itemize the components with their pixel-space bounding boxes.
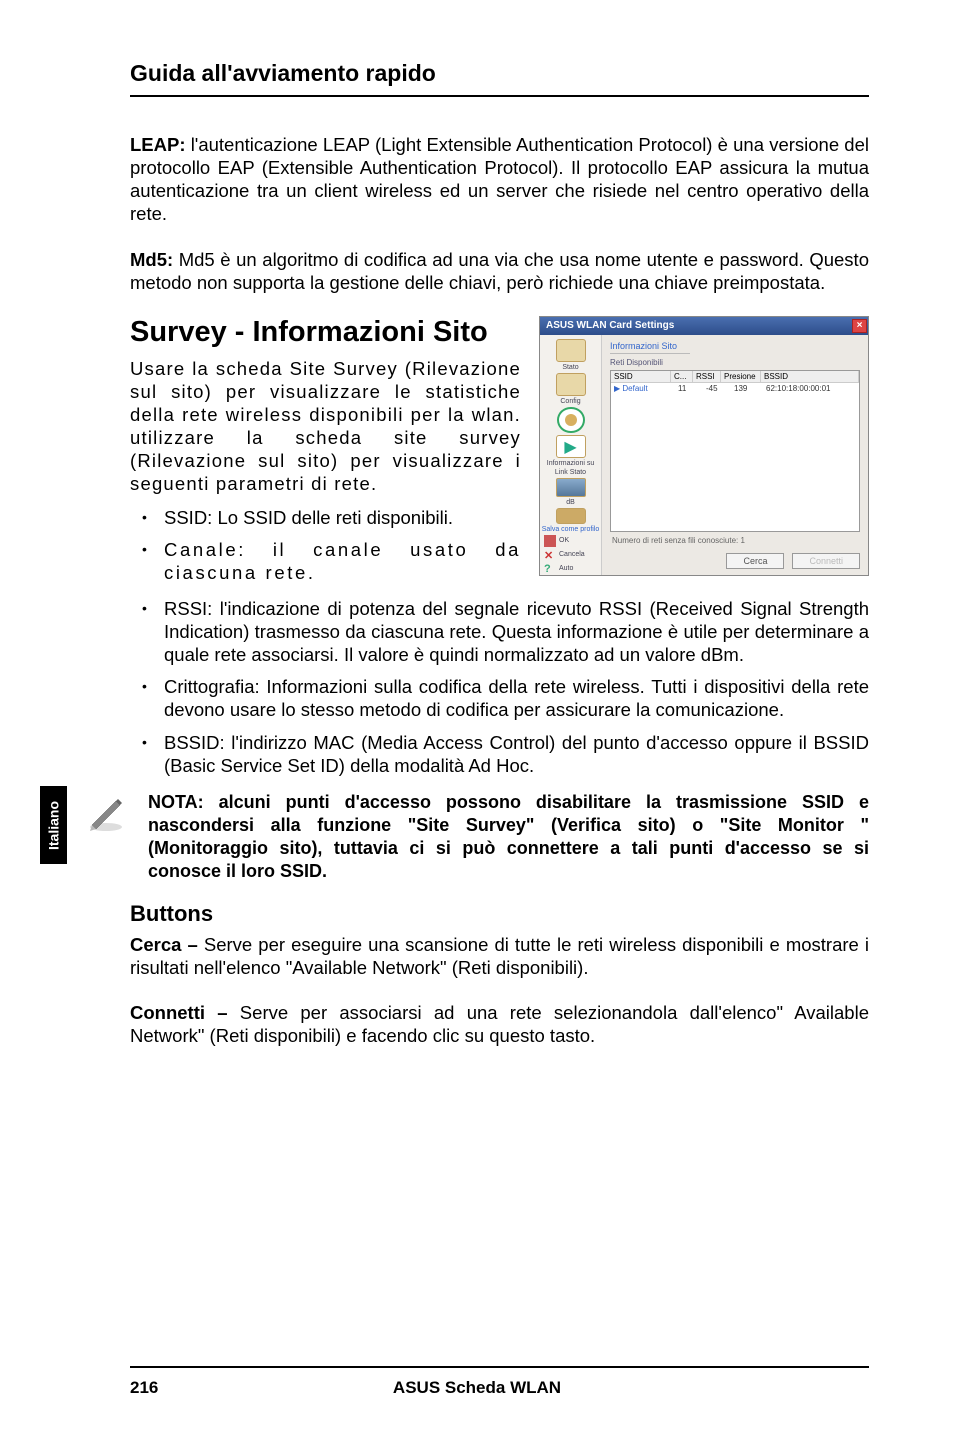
pencil-icon — [86, 791, 130, 838]
paragraph-md5: Md5: Md5 è un algoritmo di codifica ad u… — [130, 248, 869, 294]
sidebar-db-icon[interactable] — [556, 478, 586, 497]
critto-text: Informazioni sulla codifica della rete w… — [164, 676, 869, 720]
bullet-list-full: RSSI: l'indicazione di potenza del segna… — [130, 597, 869, 777]
leap-label: LEAP: — [130, 134, 186, 155]
note-text: NOTA: alcuni punti d'accesso possono dis… — [148, 791, 869, 883]
pin-icon — [544, 535, 556, 547]
leap-text: l'autenticazione LEAP (Light Extensible … — [130, 134, 869, 224]
network-table: SSID C... RSSI Presione BSSID ▶ Default … — [610, 370, 860, 532]
settings-screenshot: ASUS WLAN Card Settings × Stato Config ▶… — [539, 316, 869, 576]
th-bssid[interactable]: BSSID — [761, 371, 859, 382]
sidebar-config-icon[interactable] — [556, 373, 586, 396]
row-r1: -45 — [706, 384, 726, 393]
cancel-label: Cancela — [559, 551, 585, 558]
paragraph-connetti: Connetti – Serve per associarsi ad una r… — [130, 1001, 869, 1047]
th-c[interactable]: C... — [671, 371, 693, 382]
connetti-label: Connetti – — [130, 1002, 228, 1023]
row-ssid: ▶ Default — [614, 384, 670, 393]
note-block: NOTA: alcuni punti d'accesso possono dis… — [130, 791, 869, 883]
section-title: Survey - Informazioni Sito — [130, 316, 521, 349]
th-ssid[interactable]: SSID — [611, 371, 671, 382]
ssid-text: Lo SSID delle reti disponibili. — [212, 507, 453, 528]
window-title: ASUS WLAN Card Settings — [546, 320, 674, 331]
status-text: Numero di reti senza fili conosciute: 1 — [610, 532, 860, 549]
md5-label: Md5: — [130, 249, 173, 270]
sidebar-save-label: Salva come profilo — [542, 526, 600, 533]
table-row[interactable]: ▶ Default 11 -45 139 62:10:18:00:00:01 — [611, 383, 859, 394]
sidebar-db-label: dB — [566, 499, 575, 506]
close-icon[interactable]: × — [852, 319, 867, 333]
row-bssid: 62:10:18:00:00:01 — [766, 384, 856, 393]
button-row: Cerca Connetti — [610, 549, 860, 569]
ssid-label: SSID: — [164, 507, 212, 528]
row-r2: 139 — [734, 384, 758, 393]
window-body: Stato Config ▶ Informazioni su Link Stat… — [540, 335, 868, 575]
page-container: Guida all'avviamento rapido LEAP: l'aute… — [0, 0, 954, 1438]
question-icon: ? — [544, 563, 556, 575]
window-sidebar: Stato Config ▶ Informazioni su Link Stat… — [540, 335, 602, 575]
buttons-heading: Buttons — [130, 901, 869, 927]
ok-row[interactable]: OK — [544, 535, 569, 547]
footer-row: 216 ASUS Scheda WLAN — [130, 1378, 869, 1398]
rssi-text: l'indicazione di potenza del segnale ric… — [164, 598, 869, 665]
bullet-rssi: RSSI: l'indicazione di potenza del segna… — [130, 597, 869, 666]
sidebar-arrow-icon[interactable]: ▶ — [556, 435, 586, 458]
auto-row[interactable]: ?Auto — [544, 563, 573, 575]
sidebar-stato-label: Stato — [562, 364, 578, 371]
cerca-label: Cerca – — [130, 934, 198, 955]
page-header-title: Guida all'avviamento rapido — [130, 60, 869, 87]
th-pres[interactable]: Presione — [721, 371, 761, 382]
sidebar-stato-icon[interactable] — [556, 339, 586, 362]
paragraph-leap: LEAP: l'autenticazione LEAP (Light Exten… — [130, 133, 869, 226]
cerca-button[interactable]: Cerca — [726, 553, 784, 569]
sidebar-bottom-icons: OK ✕Cancela ?Auto — [540, 535, 601, 575]
tab-info-sito[interactable]: Informazioni Sito — [610, 341, 690, 354]
bssid-text: l'indirizzo MAC (Media Access Control) d… — [164, 732, 869, 776]
connetti-text: Serve per associarsi ad una rete selezio… — [130, 1002, 869, 1046]
cerca-text: Serve per eseguire una scansione di tutt… — [130, 934, 869, 978]
th-rssi[interactable]: RSSI — [693, 371, 721, 382]
table-header: SSID C... RSSI Presione BSSID — [611, 371, 859, 383]
row-c: 11 — [678, 384, 698, 393]
sidebar-info-label: Informazioni su — [547, 460, 594, 467]
subtab-reti: Reti Disponibili — [610, 358, 860, 367]
sidebar-config-label: Config — [560, 398, 580, 405]
sidebar-save-icon[interactable] — [556, 508, 586, 523]
footer-title: ASUS Scheda WLAN — [393, 1378, 561, 1398]
paragraph-cerca: Cerca – Serve per eseguire una scansione… — [130, 933, 869, 979]
x-icon: ✕ — [544, 549, 556, 561]
ok-label: OK — [559, 537, 569, 544]
page-footer: 216 ASUS Scheda WLAN — [0, 1366, 954, 1398]
bullet-crittografia: Crittografia: Informazioni sulla codific… — [130, 675, 869, 721]
bssid-label: BSSID: — [164, 732, 225, 753]
sidebar-link-label: Link Stato — [555, 469, 586, 476]
cancel-row[interactable]: ✕Cancela — [544, 549, 585, 561]
critto-label: Crittografia: — [164, 676, 260, 697]
connetti-button[interactable]: Connetti — [792, 553, 860, 569]
two-column-block: Survey - Informazioni Sito Usare la sche… — [130, 316, 869, 593]
footer-rule — [130, 1366, 869, 1368]
canale-label: Canale: — [164, 539, 246, 560]
bullet-bssid: BSSID: l'indirizzo MAC (Media Access Con… — [130, 731, 869, 777]
window-titlebar: ASUS WLAN Card Settings × — [540, 317, 868, 335]
sidebar-info-icon[interactable] — [557, 407, 585, 434]
page-number: 216 — [130, 1378, 158, 1398]
bullet-ssid: SSID: Lo SSID delle reti disponibili. — [130, 506, 521, 529]
header-rule — [130, 95, 869, 97]
auto-label: Auto — [559, 565, 573, 572]
left-column: Survey - Informazioni Sito Usare la sche… — [130, 316, 521, 593]
bullet-list-left: SSID: Lo SSID delle reti disponibili. Ca… — [130, 506, 521, 584]
survey-intro: Usare la scheda Site Survey (Rilevazione… — [130, 357, 521, 496]
bullet-canale: Canale: il canale usato da ciascuna rete… — [130, 538, 521, 584]
rssi-label: RSSI: — [164, 598, 212, 619]
md5-text: Md5 è un algoritmo di codifica ad una vi… — [130, 249, 869, 293]
window-main: Informazioni Sito Reti Disponibili SSID … — [602, 335, 868, 575]
